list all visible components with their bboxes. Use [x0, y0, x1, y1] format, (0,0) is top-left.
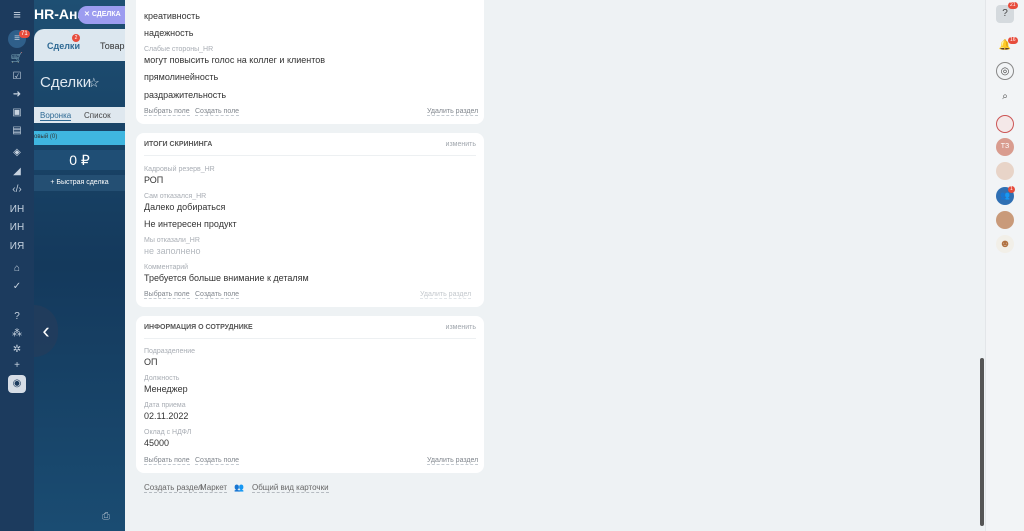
field-value: РОП — [144, 175, 164, 185]
code-icon[interactable]: ‹/› — [8, 181, 26, 199]
stage-label: овый — [34, 134, 49, 140]
contact-card-icon[interactable]: ▣ — [8, 104, 26, 122]
analytics-icon[interactable]: ◢ — [8, 163, 26, 181]
create-field-link[interactable]: Создать поле — [195, 108, 240, 116]
field-label: Подразделение — [144, 348, 196, 355]
quick-deal-label: Быстрая сделка — [56, 179, 109, 186]
field-label: Оклад с НДФЛ — [144, 429, 192, 436]
field-value: ОП — [144, 357, 158, 367]
layers-icon[interactable]: ◈ — [8, 144, 26, 162]
section-title: ИТОГИ СКРИНИНГА — [144, 141, 213, 148]
field-value: Требуется больше внимание к деталям — [144, 273, 309, 283]
avatar[interactable] — [996, 162, 1014, 180]
search-icon[interactable]: ⌕ — [996, 88, 1014, 106]
menu-counter-badge: 71 — [19, 30, 30, 38]
field-label: Дата приема — [144, 402, 186, 409]
bank-icon[interactable]: ⌂ — [8, 260, 26, 278]
store-icon[interactable]: ▤ — [8, 122, 26, 140]
tab-deals[interactable]: Сделки — [47, 41, 80, 51]
check-circle-icon[interactable]: ✓ — [8, 278, 26, 296]
create-field-link[interactable]: Создать поле — [195, 291, 240, 299]
rail-item-2[interactable]: ИН — [8, 219, 26, 237]
background-crm-app: HR-Ана Сделки 2 Товары Сделки ☆ Воронка … — [34, 0, 125, 531]
section-card-qualities: креативность надежность Слабые стороны_H… — [136, 0, 484, 124]
field-label: Должность — [144, 375, 180, 382]
common-card-view-link[interactable]: Общий вид карточки — [252, 483, 329, 493]
field-value: 45000 — [144, 438, 170, 448]
favorite-star-icon[interactable]: ☆ — [88, 75, 100, 91]
avatar[interactable] — [996, 211, 1014, 229]
field-label: Сам отказался_HR — [144, 193, 207, 200]
field-value-empty: не заполнено — [144, 246, 201, 256]
ai-assistant-icon[interactable]: ◉ — [8, 375, 26, 393]
view-kanban[interactable]: Воронка — [40, 111, 72, 121]
edit-section-link[interactable]: изменить — [446, 324, 476, 331]
messenger-icon[interactable]: ◎ — [996, 62, 1014, 80]
divider — [144, 155, 476, 156]
field-value: раздражительность — [144, 90, 227, 100]
avatar[interactable]: ☻ — [996, 235, 1014, 253]
page-title: Сделки — [40, 74, 92, 91]
avatar[interactable] — [996, 115, 1014, 133]
section-card-screening: ИТОГИ СКРИНИНГА изменить Кадровый резерв… — [136, 133, 484, 307]
divider — [144, 338, 476, 339]
quick-deal-button[interactable]: + Быстрая сделка — [34, 175, 125, 191]
field-value: 02.11.2022 — [144, 411, 189, 421]
tab-deals-badge: 2 — [72, 34, 80, 42]
select-field-link[interactable]: Выбрать поле — [144, 108, 190, 116]
field-label: Кадровый резерв_HR — [144, 166, 215, 173]
section-title: ИНФОРМАЦИЯ О СОТРУДНИКЕ — [144, 324, 253, 331]
tab-products[interactable]: Товары — [100, 41, 125, 51]
left-app-rail: ≡ ≡ 71 🛒 ☑ ➜ ▣ ▤ ◈ ◢ ‹/› ИН ИН ИЯ ⌂ ✓ ? … — [0, 0, 34, 531]
field-value: Далеко добираться — [144, 202, 226, 212]
delete-section-link[interactable]: Удалить раздел — [427, 457, 479, 465]
automation-icon[interactable]: ➜ — [8, 86, 26, 104]
delete-section-link[interactable]: Удалить раздел — [420, 291, 472, 299]
field-label: Комментарий — [144, 264, 189, 271]
select-field-link[interactable]: Выбрать поле — [144, 291, 190, 299]
stage-header: овый (0) — [34, 131, 125, 145]
printer-icon[interactable]: ⎙ — [102, 511, 110, 522]
slider-entity-label: СДЕЛКА — [91, 11, 121, 18]
create-section-link[interactable]: Создать раздел — [144, 483, 203, 493]
field-value: могут повысить голос на коллег и клиенто… — [144, 55, 326, 65]
close-icon: ✕ — [84, 11, 92, 18]
field-value: креативность — [144, 11, 200, 21]
field-label: Слабые стороны_HR — [144, 46, 214, 53]
deal-detail-panel: креативность надежность Слабые стороны_H… — [125, 0, 985, 531]
stage-sum: 0 ₽ — [34, 150, 125, 170]
view-switcher: Воронка Список — [34, 107, 125, 123]
view-list[interactable]: Список — [84, 111, 111, 120]
avatar-initials[interactable]: ТЗ — [996, 138, 1014, 156]
cart-icon[interactable]: 🛒 — [8, 50, 26, 68]
crm-tabs: Сделки 2 Товары — [34, 29, 125, 61]
tasks-icon[interactable]: ☑ — [8, 68, 26, 86]
right-rail: ? 21 🔔 16 ◎ ⌕ ТЗ 👥 1 ☻ — [985, 0, 1024, 531]
add-icon[interactable]: + — [8, 357, 26, 375]
rail-item-1[interactable]: ИН — [8, 201, 26, 219]
create-field-link[interactable]: Создать поле — [195, 457, 240, 465]
field-value: Не интересен продукт — [144, 219, 237, 229]
stage-count: (0) — [49, 134, 58, 140]
help-icon[interactable]: ? — [8, 308, 26, 326]
delete-section-link[interactable]: Удалить раздел — [427, 108, 479, 116]
select-field-link[interactable]: Выбрать поле — [144, 457, 190, 465]
users-icon: 👥 — [234, 483, 244, 492]
group-chat-badge: 1 — [1008, 186, 1015, 193]
market-link[interactable]: Маркет — [200, 483, 228, 493]
hamburger-menu-icon[interactable]: ≡ — [8, 6, 26, 24]
section-card-employee-info: ИНФОРМАЦИЯ О СОТРУДНИКЕ изменить Подразд… — [136, 316, 484, 473]
field-value: прямолинейность — [144, 72, 219, 82]
field-value: Менеджер — [144, 384, 188, 394]
edit-section-link[interactable]: изменить — [446, 141, 476, 148]
rail-item-3[interactable]: ИЯ — [8, 238, 26, 256]
chevron-left-icon[interactable]: ‹ — [34, 305, 58, 357]
field-label: Мы отказали_HR — [144, 237, 200, 244]
field-value: надежность — [144, 28, 194, 38]
notifications-badge: 16 — [1008, 37, 1018, 44]
close-slider-button[interactable]: ✕ СДЕЛКА — [78, 6, 125, 24]
scrollbar-thumb[interactable] — [980, 358, 984, 526]
help-badge: 21 — [1008, 2, 1018, 9]
